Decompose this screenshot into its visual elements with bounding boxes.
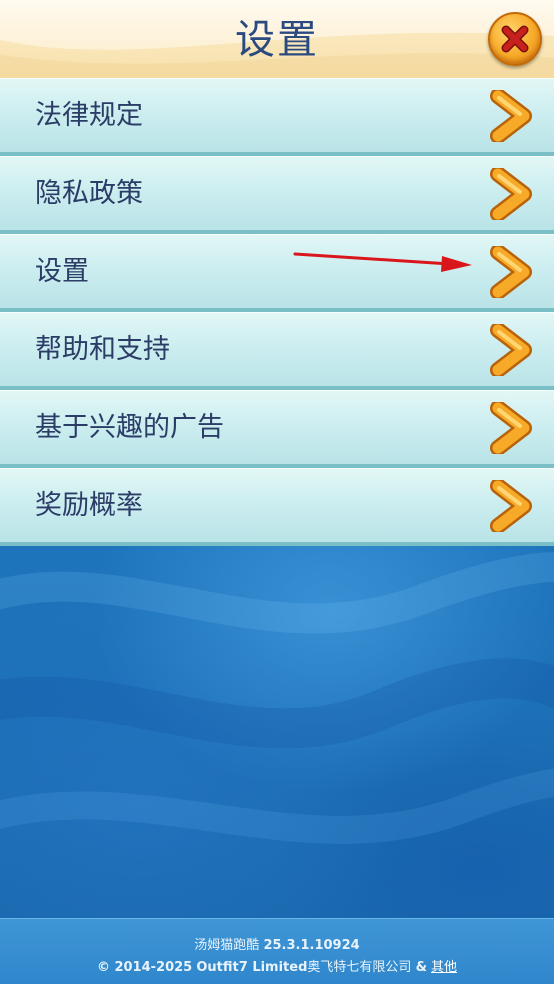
footer: 汤姆猫跑酷 25.3.1.10924 © 2014-2025 Outfit7 L… bbox=[0, 918, 554, 984]
ampersand: & bbox=[415, 960, 427, 975]
chevron-right-icon[interactable] bbox=[490, 168, 538, 220]
menu-item-legal[interactable]: 法律规定 bbox=[0, 78, 554, 156]
close-button[interactable] bbox=[488, 12, 542, 66]
company-name-en: Outfit7 Limited bbox=[196, 960, 308, 975]
app-version: 25.3.1.10924 bbox=[263, 938, 360, 953]
header-bar: 设置 bbox=[0, 0, 554, 78]
menu-item-label: 基于兴趣的广告 bbox=[35, 412, 224, 443]
app-screen: 设置 法律规定 隐私政策 设置 帮助和支持 基于兴趣的广告 奖励概率 汤姆猫跑酷… bbox=[0, 0, 554, 984]
chevron-right-icon[interactable] bbox=[490, 324, 538, 376]
menu-item-reward-odds[interactable]: 奖励概率 bbox=[0, 468, 554, 546]
menu-item-help-support[interactable]: 帮助和支持 bbox=[0, 312, 554, 390]
chevron-right-icon[interactable] bbox=[490, 402, 538, 454]
page-title: 设置 bbox=[235, 17, 319, 63]
company-name-cn: 奥飞特七有限公司 bbox=[307, 960, 412, 975]
background-water-pattern bbox=[0, 552, 554, 844]
chevron-right-icon[interactable] bbox=[490, 90, 538, 142]
menu-item-label: 奖励概率 bbox=[35, 490, 143, 521]
settings-menu: 法律规定 隐私政策 设置 帮助和支持 基于兴趣的广告 奖励概率 bbox=[0, 78, 554, 546]
menu-item-interest-ads[interactable]: 基于兴趣的广告 bbox=[0, 390, 554, 468]
menu-item-settings[interactable]: 设置 bbox=[0, 234, 554, 312]
app-name: 汤姆猫跑酷 bbox=[194, 938, 260, 953]
menu-item-label: 帮助和支持 bbox=[35, 334, 170, 365]
chevron-right-icon[interactable] bbox=[490, 480, 538, 532]
other-link[interactable]: 其他 bbox=[431, 960, 457, 975]
menu-item-label: 隐私政策 bbox=[35, 178, 143, 209]
chevron-right-icon[interactable] bbox=[490, 246, 538, 298]
close-x-icon bbox=[501, 25, 529, 53]
menu-item-label: 设置 bbox=[35, 256, 89, 287]
copyright-years: © 2014-2025 bbox=[96, 960, 193, 975]
menu-item-label: 法律规定 bbox=[35, 100, 143, 131]
copyright-line: © 2014-2025 Outfit7 Limited奥飞特七有限公司 & 其他 bbox=[0, 956, 554, 975]
app-version-line: 汤姆猫跑酷 25.3.1.10924 bbox=[0, 934, 554, 953]
menu-item-privacy[interactable]: 隐私政策 bbox=[0, 156, 554, 234]
